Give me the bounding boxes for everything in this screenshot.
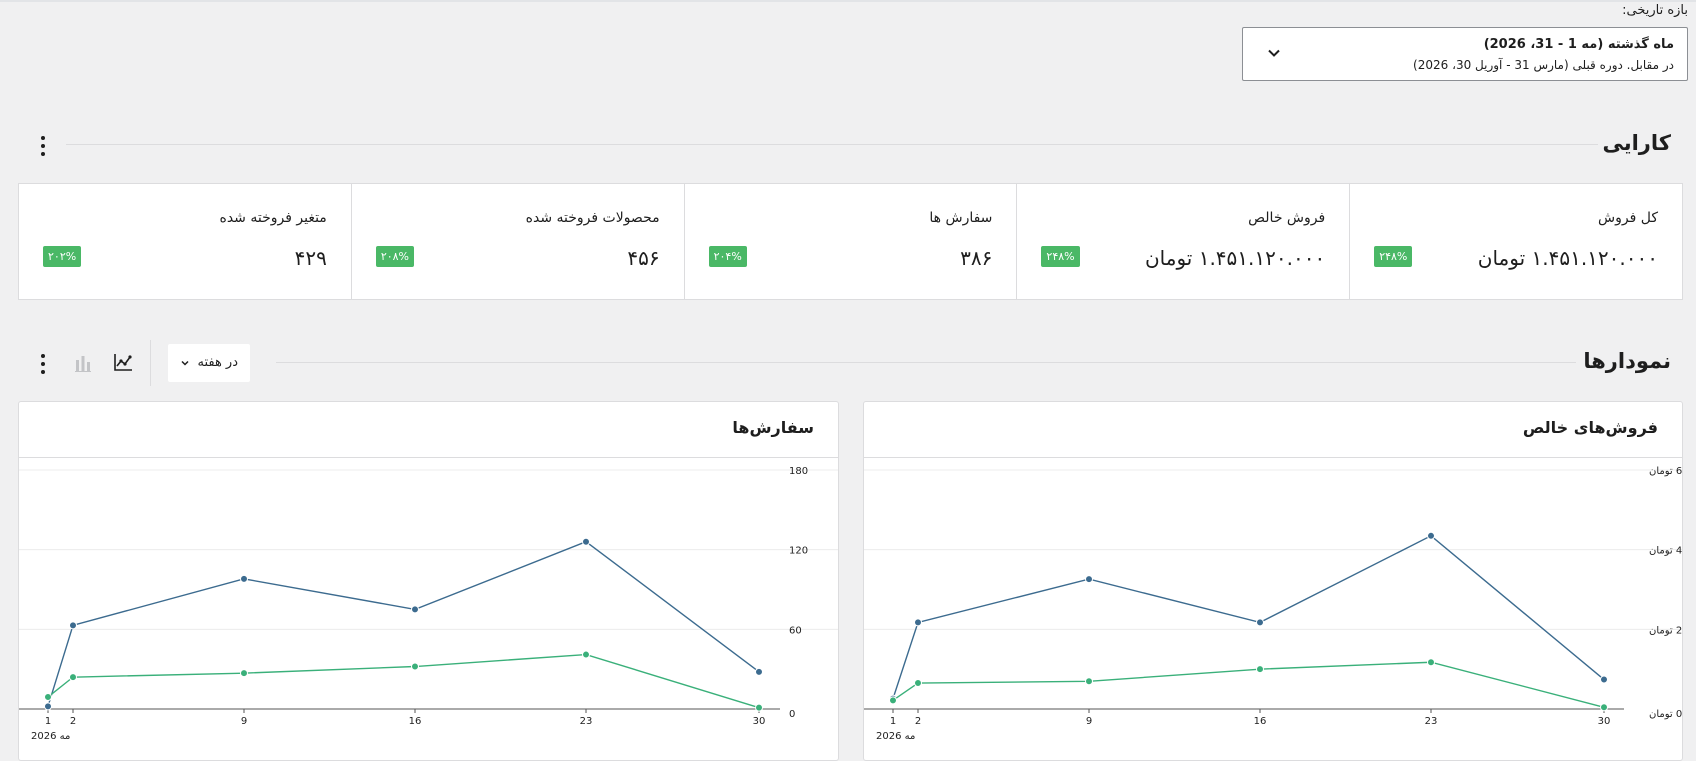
data-point [1085,575,1093,584]
line-chart-icon[interactable] [112,351,134,373]
x-tick-label: 16 [1254,716,1267,727]
x-tick-label: 9 [241,716,247,727]
card-value: ۱.۴۵۱.۱۲۰.۰۰۰ تومان [1144,246,1326,270]
data-point [411,662,419,671]
orders-chart-panel: سفارش‌ها 0 60 120 180 1 2 9 16 23 30 مه 2026 [18,401,839,761]
data-point [755,703,763,712]
charts-title: نمودارها [1583,349,1671,373]
change-badge: ۲۰۲% [43,246,82,267]
date-range-label: بازه تاریخی: [1622,3,1688,18]
performance-title: کارایی [1602,131,1671,155]
change-badge: ۲۰۸% [375,246,414,267]
x-sub-label: مه 2026 [31,731,70,742]
data-point [1600,675,1608,684]
data-point [240,574,248,583]
data-point [914,679,922,688]
card-orders[interactable]: سفارش ها ۳۸۶ ۲۰۴% [683,184,1017,299]
card-products-sold[interactable]: محصولات فروخته شده ۴۵۶ ۲۰۸% [350,184,684,299]
card-label: کل فروش [1598,210,1658,226]
net-sales-chart: 0 تومان 230M تومان 460M تومان 690M تومان 1 2 9… [864,466,1683,742]
data-point [889,696,897,705]
y-tick-label: 230M تومان [1649,625,1683,636]
charts-menu-kebab-icon[interactable] [40,354,46,374]
data-point [44,702,52,711]
card-value: ۴۲۹ [294,246,327,270]
card-variations-sold[interactable]: متغیر فروخته شده ۴۲۹ ۲۰۲% [19,184,351,299]
x-tick-label: 1 [45,716,51,727]
y-tick-label: 0 تومان [1649,709,1682,720]
x-tick-label: 2 [70,716,76,727]
series-line-0 [47,540,760,707]
card-label: متغیر فروخته شده [219,210,327,226]
performance-divider [66,144,1598,145]
toolbar-separator [150,340,151,386]
data-point [1085,677,1093,686]
card-label: سفارش ها [929,210,993,226]
net-sales-chart-panel: فروش‌های خالص 0 تومان230M تومان460M توما… [863,401,1683,761]
series-line-1 [47,653,760,709]
y-tick-label: 690M تومان [1649,466,1683,477]
orders-chart: 0 60 120 180 1 2 9 16 23 30 مه 2026 [19,466,838,742]
y-tick-label: 120 [789,546,808,557]
x-tick-label: 16 [409,716,422,727]
data-point [411,605,419,614]
x-tick-label: 30 [753,716,766,727]
date-range-compare: در مقابل. دوره قبلی (مارس 31 - آوریل 30،… [1413,58,1674,72]
data-point [1427,658,1435,667]
data-point [69,621,77,630]
x-tick-label: 9 [1086,716,1092,727]
date-range-picker[interactable]: ماه گذشته (مه 1 - 31، 2026) در مقابل. دو… [1242,27,1688,81]
interval-label: در هفته [197,355,238,370]
card-value: ۱.۴۵۱.۱۲۰.۰۰۰ تومان [1477,246,1658,270]
top-border [0,0,1696,2]
data-point [755,667,763,676]
x-tick-label: 1 [890,716,896,727]
data-point [582,537,590,546]
data-point [1427,531,1435,540]
y-tick-label: 460M تومان [1649,546,1683,557]
card-total-sales[interactable]: کل فروش ۱.۴۵۱.۱۲۰.۰۰۰ تومان ۲۴۸% [1349,184,1682,299]
y-tick-label: 60 [789,625,802,636]
card-label: محصولات فروخته شده [525,210,660,226]
data-point [582,650,590,659]
data-point [69,673,77,682]
performance-menu-kebab-icon[interactable] [40,136,46,156]
change-badge: ۲۴۸% [1374,246,1413,267]
card-value: ۳۸۶ [960,246,993,270]
data-point [1256,618,1264,627]
data-point [240,669,248,678]
y-tick-label: 0 [789,709,795,720]
y-tick-label: 180 [789,466,808,477]
x-sub-label: مه 2026 [876,731,915,742]
interval-select[interactable]: در هفته [168,344,250,382]
series-line-0 [892,534,1605,699]
card-label: فروش خالص [1248,210,1326,226]
change-badge: ۲۰۴% [708,246,747,267]
data-point [1600,703,1608,712]
x-tick-label: 30 [1598,716,1611,727]
charts-divider [276,362,1576,363]
x-tick-label: 23 [1425,716,1438,727]
x-tick-label: 2 [915,716,921,727]
date-range-main: ماه گذشته (مه 1 - 31، 2026) [1483,37,1674,52]
card-value: ۴۵۶ [627,246,660,270]
data-point [914,618,922,627]
data-point [1256,665,1264,674]
data-point [44,693,52,702]
bar-chart-icon[interactable] [72,352,94,374]
chevron-down-icon [1268,49,1280,57]
series-line-1 [892,661,1605,708]
chevron-down-icon [181,360,189,366]
x-tick-label: 23 [580,716,593,727]
change-badge: ۲۴۸% [1041,246,1080,267]
performance-cards: کل فروش ۱.۴۵۱.۱۲۰.۰۰۰ تومان ۲۴۸% فروش خا… [18,183,1683,300]
card-net-sales[interactable]: فروش خالص ۱.۴۵۱.۱۲۰.۰۰۰ تومان ۲۴۸% [1016,184,1349,299]
